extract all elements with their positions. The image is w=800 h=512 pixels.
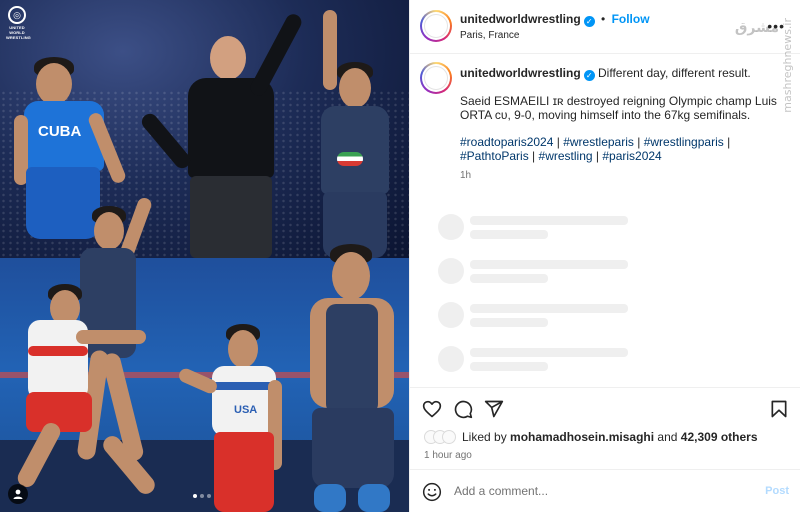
wrestler-usa: USA [176,322,298,512]
comment-input[interactable] [454,484,734,498]
share-icon[interactable] [482,397,506,421]
author-username[interactable]: unitedworldwrestling [460,12,581,26]
usa-singlet-text: USA [234,404,258,416]
caption-author-avatar[interactable] [420,62,452,94]
hashtag-link[interactable]: #paris2024 [602,149,661,163]
liked-by-user[interactable]: mohamadhosein.misaghi [510,430,654,444]
hashtag-separator: | [592,149,603,163]
wrestler-lifted [14,280,170,500]
post-image-carousel[interactable]: CUBA ◎ UNITED WORLD WRESTLING USA [0,0,409,512]
caption-time: 1h [460,170,472,181]
hashtag-list: #roadtoparis2024 | #wrestleparis | #wres… [460,135,780,163]
comment-skeleton [438,258,738,284]
wrestler-iran-bottom [292,240,408,512]
carousel-dot [207,494,211,498]
others-count[interactable]: 42,309 others [681,430,758,444]
author-avatar[interactable] [420,10,452,42]
hashtag-separator: | [633,135,644,149]
comment-skeleton [438,346,738,372]
post-caption: unitedworldwrestling ✓ Different day, dif… [460,66,780,183]
bookmark-icon[interactable] [767,397,791,421]
uww-logo: ◎ UNITED WORLD WRESTLING [6,6,31,40]
wrestler-iran-top [305,10,395,258]
post-comment-button[interactable]: Post [765,485,789,497]
liker-avatars [424,430,456,444]
likes-summary[interactable]: Liked by mohamadhosein.misaghi and 42,30… [424,430,758,444]
user-icon [13,489,23,499]
hashtag-link[interactable]: #wrestleparis [563,135,634,149]
liker-avatar [442,430,456,444]
hashtag-link[interactable]: #wrestlingparis [644,135,724,149]
and-label: and [657,430,678,444]
hashtag-link[interactable]: #roadtoparis2024 [460,135,553,149]
verified-badge-icon: ✓ [583,16,595,27]
post-time[interactable]: 1 hour ago [424,450,472,461]
caption-body: Saeid ESMAEILI ɪʀ destroyed reigning Oly… [460,94,777,122]
follow-button[interactable]: Follow [612,12,650,26]
post-header: unitedworldwrestling ✓ • Follow Paris, Fr… [410,0,800,54]
caption-username[interactable]: unitedworldwrestling [460,66,581,80]
liked-by-prefix: Liked by [462,430,507,444]
carousel-indicator [193,494,211,498]
post-location[interactable]: Paris, France [460,30,650,41]
post-details-panel: unitedworldwrestling ✓ • Follow Paris, Fr… [409,0,800,512]
comment-skeleton [438,302,738,328]
hashtag-separator: | [528,149,539,163]
comment-icon[interactable] [451,397,475,421]
verified-badge-icon: ✓ [583,70,595,81]
comment-skeleton [438,214,738,240]
comment-bar: Post [410,469,800,512]
caption-headline: Different day, different result. [598,66,751,80]
carousel-dot [200,494,204,498]
hashtag-separator: | [553,135,564,149]
emoji-icon[interactable] [420,480,444,504]
heart-icon[interactable] [420,397,444,421]
tagged-users-button[interactable] [8,484,28,504]
cuba-singlet-text: CUBA [38,123,82,140]
watermark-site: mashreghnews.ir [781,18,794,113]
hashtag-separator: | [723,135,731,149]
hashtag-link[interactable]: #PathtoParis [460,149,529,163]
hashtag-link[interactable]: #wrestling [539,149,593,163]
carousel-dot [193,494,197,498]
referee [138,11,310,258]
instagram-post-view: CUBA ◎ UNITED WORLD WRESTLING USA united… [0,0,800,512]
